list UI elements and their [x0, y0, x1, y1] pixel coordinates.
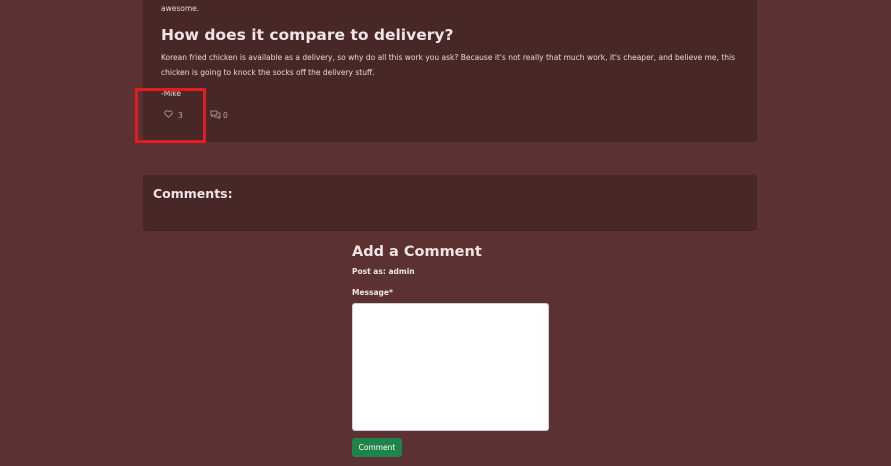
comments-title: Comments: — [153, 186, 233, 201]
highlight-box — [135, 88, 206, 143]
post-intro-text: awesome. — [161, 4, 200, 13]
comment-submit-button[interactable]: Comment — [352, 438, 402, 457]
speech-bubble-icon — [210, 110, 221, 121]
message-textarea[interactable] — [352, 303, 549, 431]
comment-count: 0 — [223, 111, 228, 120]
add-comment-title: Add a Comment — [352, 244, 482, 260]
comments-section: Comments: — [143, 175, 757, 231]
page: awesome. How does it compare to delivery… — [0, 0, 891, 466]
add-comment-form: Add a Comment Post as: admin Message* Co… — [352, 244, 552, 457]
comments-link[interactable]: 0 — [210, 110, 228, 121]
post-section-heading: How does it compare to delivery? — [161, 26, 454, 44]
message-label: Message* — [352, 288, 393, 297]
post-as-label: Post as: admin — [352, 267, 415, 276]
post-body-text: Korean fried chicken is available as a d… — [161, 53, 735, 77]
post-card: awesome. How does it compare to delivery… — [143, 0, 757, 142]
